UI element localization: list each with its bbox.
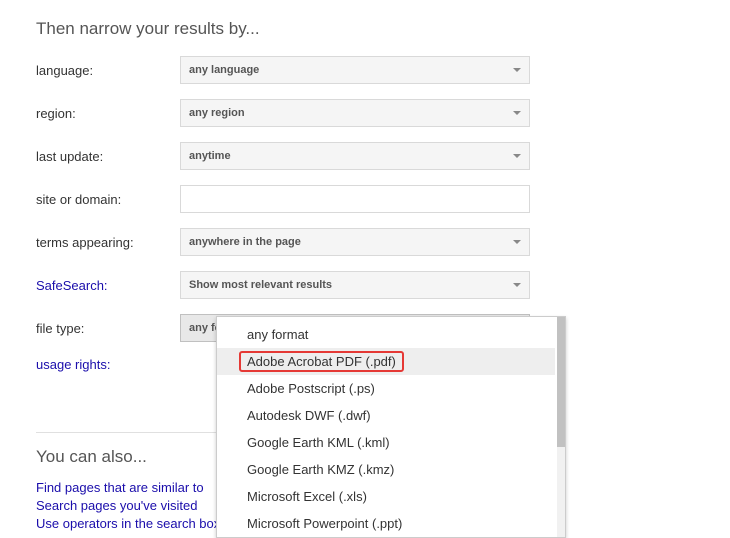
file-type-option[interactable]: Microsoft Powerpoint (.ppt) xyxy=(217,510,555,537)
row-terms-appearing: terms appearing: anywhere in the page xyxy=(36,228,730,256)
row-region: region: any region xyxy=(36,99,730,127)
select-terms-appearing-value: anywhere in the page xyxy=(189,236,301,248)
option-label: Google Earth KMZ (.kmz) xyxy=(247,462,394,477)
option-label: Adobe Postscript (.ps) xyxy=(247,381,375,396)
label-terms-appearing: terms appearing: xyxy=(36,235,180,250)
file-type-option[interactable]: any format xyxy=(217,321,555,348)
select-language[interactable]: any language xyxy=(180,56,530,84)
file-type-option[interactable]: Adobe Postscript (.ps) xyxy=(217,375,555,402)
select-language-value: any language xyxy=(189,64,259,76)
file-type-option[interactable]: Google Earth KML (.kml) xyxy=(217,429,555,456)
select-last-update[interactable]: anytime xyxy=(180,142,530,170)
label-site-domain: site or domain: xyxy=(36,192,180,207)
input-site-domain[interactable] xyxy=(180,185,530,213)
file-type-option[interactable]: Microsoft Excel (.xls) xyxy=(217,483,555,510)
label-language: language: xyxy=(36,63,180,78)
select-last-update-value: anytime xyxy=(189,150,231,162)
row-last-update: last update: anytime xyxy=(36,142,730,170)
caret-icon xyxy=(513,283,521,287)
narrow-results-header: Then narrow your results by... xyxy=(36,18,730,40)
file-type-option[interactable]: Autodesk DWF (.dwf) xyxy=(217,402,555,429)
option-label: Microsoft Powerpoint (.ppt) xyxy=(247,516,402,531)
file-type-option[interactable]: Adobe Acrobat PDF (.pdf) xyxy=(217,348,555,375)
select-safesearch-value: Show most relevant results xyxy=(189,279,332,291)
label-usage-rights[interactable]: usage rights: xyxy=(36,357,180,372)
caret-icon xyxy=(513,240,521,244)
select-region-value: any region xyxy=(189,107,245,119)
caret-icon xyxy=(513,154,521,158)
caret-icon xyxy=(513,68,521,72)
option-label: Adobe Acrobat PDF (.pdf) xyxy=(239,351,404,372)
option-label: Google Earth KML (.kml) xyxy=(247,435,390,450)
select-terms-appearing[interactable]: anywhere in the page xyxy=(180,228,530,256)
file-type-dropdown: any format Adobe Acrobat PDF (.pdf) Adobe … xyxy=(216,316,566,538)
row-site-domain: site or domain: xyxy=(36,185,730,213)
option-label: any format xyxy=(247,327,308,342)
row-language: language: any language xyxy=(36,56,730,84)
label-last-update: last update: xyxy=(36,149,180,164)
row-safesearch: SafeSearch: Show most relevant results xyxy=(36,271,730,299)
caret-icon xyxy=(513,111,521,115)
file-type-option[interactable]: Google Earth KMZ (.kmz) xyxy=(217,456,555,483)
label-safesearch[interactable]: SafeSearch: xyxy=(36,278,180,293)
label-region: region: xyxy=(36,106,180,121)
select-region[interactable]: any region xyxy=(180,99,530,127)
option-label: Autodesk DWF (.dwf) xyxy=(247,408,371,423)
label-file-type: file type: xyxy=(36,321,180,336)
scrollbar-thumb[interactable] xyxy=(557,317,565,447)
select-safesearch[interactable]: Show most relevant results xyxy=(180,271,530,299)
